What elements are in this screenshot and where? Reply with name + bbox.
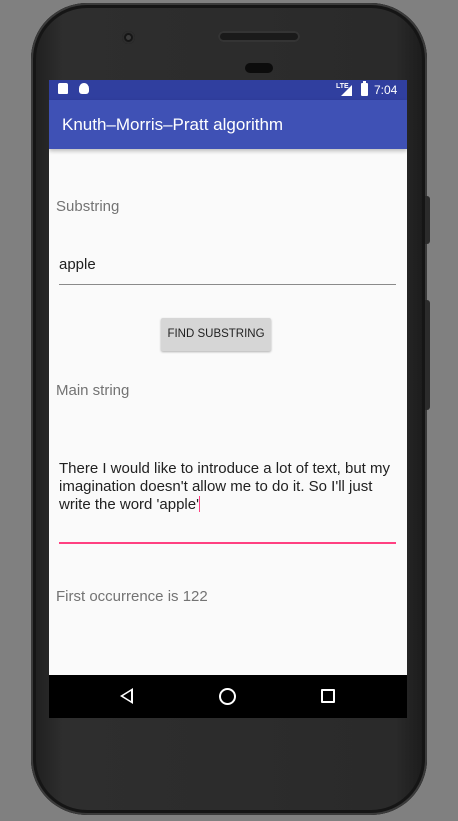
main-string-input[interactable]: There I would like to introduce a lot of… — [59, 460, 396, 546]
battery-icon — [361, 81, 368, 96]
screen: LTE 7:04 Knuth–Morris–Pratt algorithm Su… — [49, 80, 407, 718]
substring-underline — [59, 284, 396, 285]
sd-card-icon — [58, 83, 68, 94]
recents-icon[interactable] — [321, 689, 335, 703]
earpiece-speaker — [218, 31, 300, 42]
volume-rocker[interactable] — [425, 300, 430, 410]
front-camera — [122, 31, 135, 44]
main-string-value: There I would like to introduce a lot of… — [59, 460, 390, 513]
text-cursor — [198, 496, 200, 512]
home-icon[interactable] — [219, 688, 236, 705]
find-substring-button[interactable]: FIND SUBSTRING — [161, 318, 271, 351]
main-string-label: Main string — [56, 382, 130, 399]
status-time: 7:04 — [374, 83, 398, 97]
signal-icon — [341, 85, 352, 96]
result-text: First occurrence is 122 — [56, 588, 208, 605]
status-bar: LTE 7:04 — [49, 80, 407, 100]
substring-input[interactable]: apple — [59, 256, 396, 286]
app-bar: Knuth–Morris–Pratt algorithm — [49, 100, 407, 149]
substring-value: apple — [59, 256, 96, 273]
proximity-sensor — [245, 63, 273, 73]
android-icon — [79, 83, 89, 94]
main-string-underline — [59, 542, 396, 544]
substring-label: Substring — [56, 198, 120, 215]
back-icon[interactable] — [120, 688, 133, 704]
navigation-bar — [49, 675, 407, 718]
power-button[interactable] — [425, 196, 430, 244]
app-title: Knuth–Morris–Pratt algorithm — [62, 115, 284, 134]
